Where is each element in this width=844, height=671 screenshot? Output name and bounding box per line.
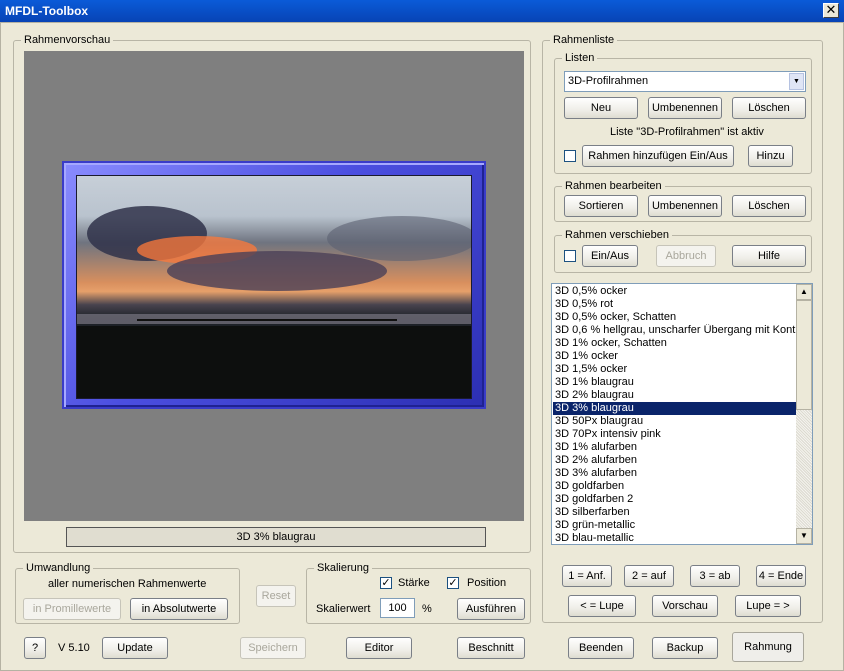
bearbeiten-legend: Rahmen bearbeiten <box>562 179 665 193</box>
window-title: MFDL-Toolbox <box>5 4 89 18</box>
abbruch-button[interactable]: Abbruch <box>656 245 716 267</box>
nav-ende-label: 4 = Ende <box>758 570 804 582</box>
add-frame-checkbox[interactable] <box>564 150 576 162</box>
list-item[interactable]: 3D blau-metallic <box>553 532 797 544</box>
list-item[interactable]: 3D 1% blaugrau <box>553 376 797 389</box>
update-button[interactable]: Update <box>102 637 168 659</box>
lupe-left-button[interactable]: < = Lupe <box>568 595 636 617</box>
list-item[interactable]: 3D 0,5% ocker, Schatten <box>553 311 797 324</box>
rahmenliste-legend: Rahmenliste <box>550 33 618 47</box>
nav-anf-button[interactable]: 1 = Anf. <box>562 565 612 587</box>
beenden-button[interactable]: Beenden <box>568 637 634 659</box>
umbenennen-frame-button[interactable]: Umbenennen <box>648 195 722 217</box>
list-item[interactable]: 3D 3% blaugrau <box>553 402 797 415</box>
backup-button[interactable]: Backup <box>652 637 718 659</box>
help-button[interactable]: ? <box>24 637 46 659</box>
absolut-button[interactable]: in Absolutwerte <box>130 598 228 620</box>
preview-frame-name: 3D 3% blaugrau <box>66 527 486 547</box>
loeschen-list-button[interactable]: Löschen <box>732 97 806 119</box>
preview-legend: Rahmenvorschau <box>21 33 114 47</box>
version-label: V 5.10 <box>58 642 90 654</box>
list-item[interactable]: 3D 0,5% ocker <box>553 285 797 298</box>
beschnitt-button[interactable]: Beschnitt <box>457 637 525 659</box>
title-bar: MFDL-Toolbox ✕ <box>0 0 844 22</box>
list-item[interactable]: 3D 3% alufarben <box>553 467 797 480</box>
scroll-up-icon[interactable]: ▲ <box>796 284 812 300</box>
percent-label: % <box>422 603 432 615</box>
frame-3d-blue <box>62 161 486 409</box>
list-item[interactable]: 3D goldfarben 2 <box>553 493 797 506</box>
umbenennen-list-button[interactable]: Umbenennen <box>648 97 722 119</box>
list-item[interactable]: 3D 1% alufarben <box>553 441 797 454</box>
move-frame-checkbox[interactable] <box>564 250 576 262</box>
promille-button[interactable]: in Promillewerte <box>23 598 121 620</box>
list-select-value: 3D-Profilrahmen <box>568 75 649 87</box>
chevron-down-icon[interactable]: ▼ <box>789 73 804 90</box>
hinzu-button[interactable]: Hinzu <box>748 145 793 167</box>
skalierwert-input[interactable]: 100 <box>380 598 415 618</box>
speichern-button[interactable]: Speichern <box>240 637 306 659</box>
list-item[interactable]: 3D 0,5% rot <box>553 298 797 311</box>
list-item[interactable]: 3D 50Px blaugrau <box>553 415 797 428</box>
add-frame-toggle-button[interactable]: Rahmen hinzufügen Ein/Aus <box>582 145 734 167</box>
list-item[interactable]: 3D grün-metallic <box>553 519 797 532</box>
ausfuehren-button[interactable]: Ausführen <box>457 598 525 620</box>
listen-legend: Listen <box>562 51 598 65</box>
nav-ab-button[interactable]: 3 = ab <box>690 565 740 587</box>
frame-preview <box>24 51 524 521</box>
main-window: Rahmenvorschau 3D 3% blaugrau Rahmenlist… <box>0 22 844 671</box>
frame-list[interactable]: 3D 0,5% ocker 3D 0,5% rot 3D 0,5% ocker, S… <box>551 283 813 545</box>
nav-ende-button[interactable]: 4 = Ende <box>756 565 806 587</box>
list-item[interactable]: 3D 70Px intensiv pink <box>553 428 797 441</box>
list-item[interactable]: 3D 2% blaugrau <box>553 389 797 402</box>
skalierwert-label: Skalierwert <box>316 603 371 615</box>
nav-anf-label: 1 = Anf. <box>568 570 606 582</box>
sortieren-button[interactable]: Sortieren <box>564 195 638 217</box>
close-button[interactable]: ✕ <box>823 3 839 18</box>
verschieben-legend: Rahmen verschieben <box>562 228 672 242</box>
list-select[interactable]: 3D-Profilrahmen ▼ <box>564 71 806 92</box>
list-item[interactable]: 3D 1% ocker, Schatten <box>553 337 797 350</box>
neu-button[interactable]: Neu <box>564 97 638 119</box>
list-item[interactable]: 3D 2% alufarben <box>553 454 797 467</box>
list-item[interactable]: 3D 1,5% ocker <box>553 363 797 376</box>
position-label: Position <box>467 577 507 589</box>
einaus-button[interactable]: Ein/Aus <box>582 245 638 267</box>
position-checkbox[interactable]: ✓ <box>447 577 459 589</box>
lupe-right-button[interactable]: Lupe = > <box>735 595 801 617</box>
rahmung-button[interactable]: Rahmung <box>732 632 804 662</box>
list-item[interactable]: 3D silberfarben <box>553 506 797 519</box>
list-item[interactable]: 3D goldfarben <box>553 480 797 493</box>
staerke-label: Stärke <box>398 577 430 589</box>
frame-list-items: 3D 0,5% ocker 3D 0,5% rot 3D 0,5% ocker, S… <box>553 285 797 544</box>
scroll-thumb[interactable] <box>796 300 812 410</box>
loeschen-frame-button[interactable]: Löschen <box>732 195 806 217</box>
preview-photo <box>76 175 472 399</box>
reset-button[interactable]: Reset <box>256 585 296 607</box>
nav-ab-label: 3 = ab <box>699 570 731 582</box>
list-status: Liste "3D-Profilrahmen" ist aktiv <box>610 126 764 138</box>
vorschau-button[interactable]: Vorschau <box>652 595 718 617</box>
nav-auf-label: 2 = auf <box>632 570 666 582</box>
umwandlung-text: aller numerischen Rahmenwerte <box>48 578 207 590</box>
staerke-checkbox[interactable]: ✓ <box>380 577 392 589</box>
scroll-down-icon[interactable]: ▼ <box>796 528 812 544</box>
frame-list-scrollbar[interactable]: ▲ ▼ <box>796 284 812 544</box>
umwandlung-legend: Umwandlung <box>23 561 94 575</box>
list-item[interactable]: 3D 1% ocker <box>553 350 797 363</box>
nav-auf-button[interactable]: 2 = auf <box>624 565 674 587</box>
list-item[interactable]: 3D 0,6 % hellgrau, unscharfer Übergang m… <box>553 324 797 337</box>
hilfe-button[interactable]: Hilfe <box>732 245 806 267</box>
skalierung-legend: Skalierung <box>314 561 372 575</box>
editor-button[interactable]: Editor <box>346 637 412 659</box>
